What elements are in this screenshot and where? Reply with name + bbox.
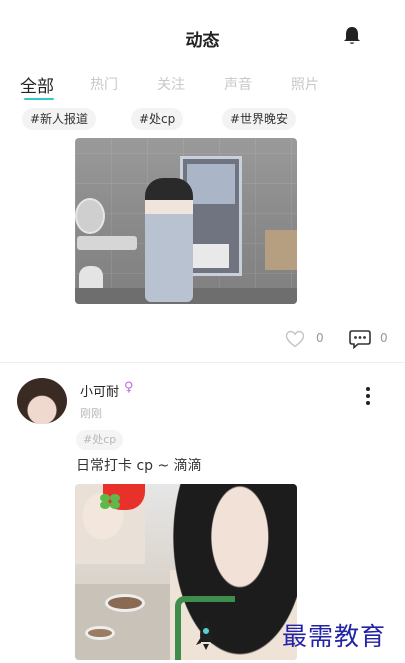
bell-icon[interactable] [343,26,361,46]
post-photo[interactable] [75,138,297,304]
divider [0,362,405,363]
category-tabs: 全部 热门 关注 声音 照片 [0,70,405,100]
heart-icon[interactable] [285,330,305,348]
rocket-icon[interactable] [188,618,224,654]
topic-tag-row: #新人报道 #处cp #世界晚安 [0,108,405,130]
female-icon: ♀ [124,380,134,395]
post-topic-tag[interactable]: #处cp [76,430,124,450]
topic-tag[interactable]: #世界晚安 [222,108,297,130]
tab-all[interactable]: 全部 [20,72,54,97]
active-tab-indicator [24,98,54,100]
post-actions: 0 0 [0,326,405,350]
avatar[interactable] [17,378,67,424]
like-count: 0 [316,331,324,345]
topic-tag[interactable]: #处cp [131,108,184,130]
post-photo[interactable] [75,484,297,660]
username[interactable]: 小可耐 [80,381,119,400]
tab-following[interactable]: 关注 [157,74,185,94]
tab-voice[interactable]: 声音 [224,74,252,94]
tab-photos[interactable]: 照片 [291,74,319,94]
post-text: 日常打卡 cp ~ 滴滴 [76,458,202,474]
header: 动态 [0,0,405,70]
comment-icon[interactable] [349,329,371,350]
topic-tag[interactable]: #新人报道 [22,108,97,130]
more-options-icon[interactable] [364,386,372,406]
tab-hot[interactable]: 热门 [90,74,118,94]
comment-count: 0 [380,331,388,345]
person-figure [145,178,193,302]
watermark: 最需教育 [282,622,387,651]
clover-sticker-icon [99,492,121,510]
round-mirror [75,198,105,234]
post-time: 刚刚 [80,407,102,420]
